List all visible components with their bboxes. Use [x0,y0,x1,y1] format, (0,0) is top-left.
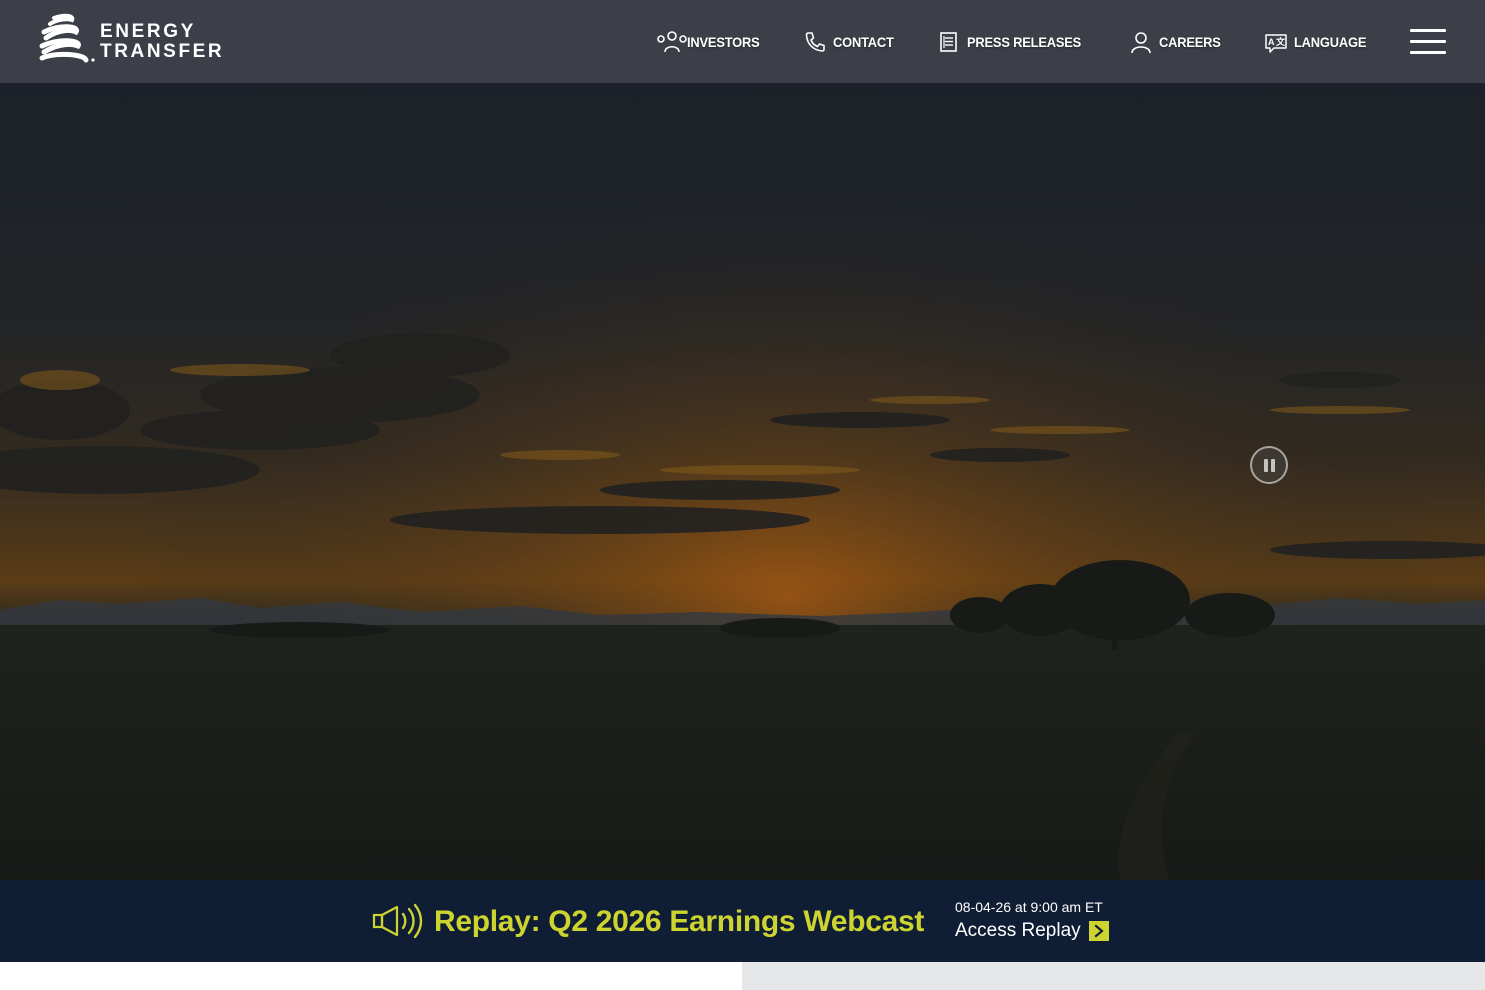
hero-video [0,0,1485,880]
logo-wordmark-transfer: TRANSFER [100,41,225,62]
nav-contact[interactable]: CONTACT [803,29,899,55]
nav-label: CONTACT [833,34,895,50]
webcast-title[interactable]: Replay: Q2 2026 Earnings Webcast [434,902,924,942]
logo-wordmark-energy: ENERGY [100,21,196,42]
content-right-panel [742,962,1485,990]
webcast-date: 08-04-26 at 9:00 am ET [955,899,1103,915]
site-header: ENERGY TRANSFER INVESTORS CONTACT PRESS … [0,0,1485,83]
person-icon [1129,29,1159,55]
nav-investors[interactable]: INVESTORS [656,29,766,55]
svg-text:文: 文 [1275,36,1286,47]
access-replay-label: Access Replay [955,920,1081,941]
nav-label: INVESTORS [686,34,760,50]
nav-label: CAREERS [1159,34,1222,50]
investors-icon [656,29,687,55]
megaphone-icon [372,902,424,940]
svg-text:A: A [1268,37,1275,47]
nav-label: LANGUAGE [1294,34,1367,50]
document-icon [937,29,967,55]
nav-careers[interactable]: CAREERS [1129,29,1226,55]
translate-icon: A 文 [1264,29,1294,55]
pause-icon[interactable] [1250,446,1288,484]
nav-language[interactable]: A 文 LANGUAGE [1264,29,1373,55]
nav-press-releases[interactable]: PRESS RELEASES [937,29,1091,55]
access-replay-link[interactable]: Access Replay [955,918,1109,944]
hamburger-icon[interactable] [1410,28,1446,56]
logo-swoosh-icon [39,13,95,63]
utility-nav: INVESTORS CONTACT PRESS RELEASES CAREERS… [656,28,1373,56]
chevron-right-icon [1088,921,1109,941]
nav-label: PRESS RELEASES [967,34,1082,50]
content-left-panel [0,962,742,990]
energy-transfer-logo[interactable]: ENERGY TRANSFER [38,12,222,68]
phone-icon [803,29,833,55]
